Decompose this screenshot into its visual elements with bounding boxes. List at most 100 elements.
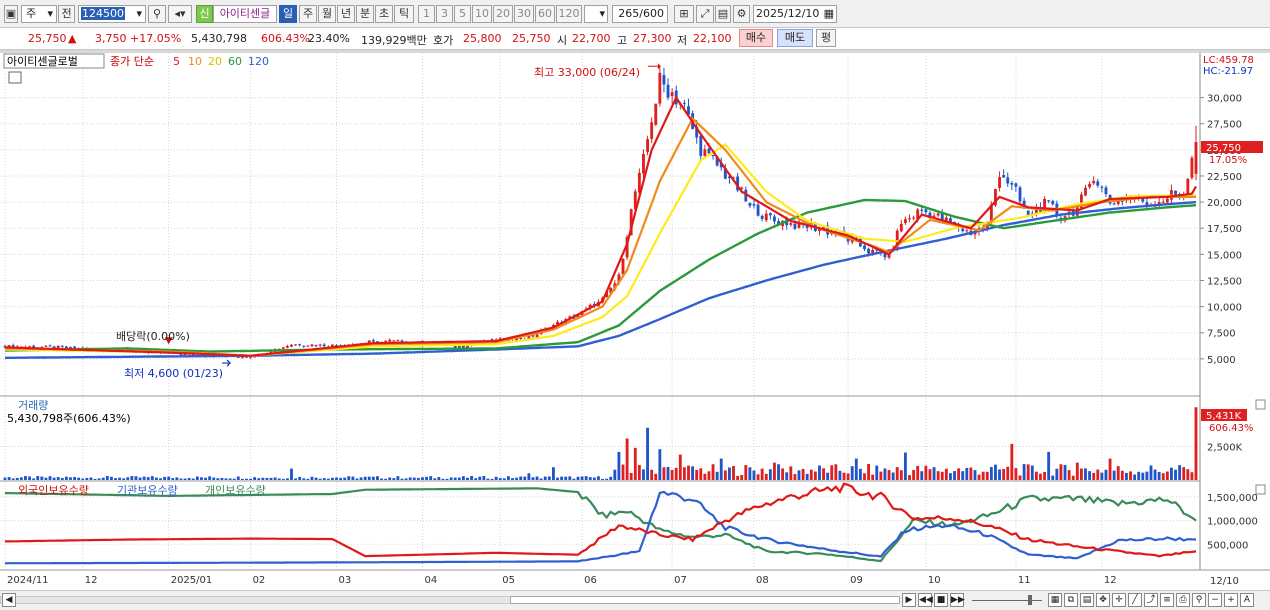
volume-bar xyxy=(756,474,760,480)
tab-year[interactable]: 년 xyxy=(337,5,355,23)
volume-bar xyxy=(81,478,85,480)
chart-area[interactable]: 2024/11 12 2025/01 02 03 04 05 06 07 08 09 10 11 12 5,… xyxy=(0,53,1270,590)
volume-bar xyxy=(1153,469,1157,480)
interval-10[interactable]: 10 xyxy=(472,5,492,23)
holding-collapse-icon[interactable] xyxy=(1255,484,1266,495)
tab-day[interactable]: 일 xyxy=(279,5,297,23)
tab-week[interactable]: 주 xyxy=(299,5,317,23)
volume-bar xyxy=(159,478,162,480)
interval-30[interactable]: 30 xyxy=(514,5,534,23)
volume-bar xyxy=(994,464,997,480)
volume-bar xyxy=(167,476,171,480)
eval-button[interactable]: 평 xyxy=(816,29,836,47)
trend-icon[interactable]: ⤴ xyxy=(1144,593,1158,607)
date-input[interactable]: 2025/12/10 ▦ xyxy=(753,5,837,23)
y-tick-label: 27,500 xyxy=(1207,120,1242,131)
tab-minute[interactable]: 분 xyxy=(356,5,374,23)
sell-button[interactable]: 매도 xyxy=(777,29,813,47)
tab-month[interactable]: 월 xyxy=(318,5,336,23)
ma120-label: 120 xyxy=(248,55,269,68)
volume-bar xyxy=(466,477,469,480)
volume-bar xyxy=(670,469,674,480)
interval-3[interactable]: 3 xyxy=(436,5,453,23)
legend-individual: 개인보유수량 xyxy=(205,484,266,497)
interval-5[interactable]: 5 xyxy=(454,5,471,23)
volume-bar xyxy=(1186,469,1190,480)
play-icon[interactable]: ▶ xyxy=(902,593,916,607)
interval-60[interactable]: 60 xyxy=(535,5,555,23)
volume-bar xyxy=(1096,469,1100,480)
volume-bar xyxy=(908,475,911,480)
ma20-label: 20 xyxy=(208,55,222,68)
volume-bar xyxy=(1055,468,1059,480)
save-icon[interactable]: ▤ xyxy=(715,5,731,23)
candle-body xyxy=(646,139,649,152)
gear-icon[interactable]: ⚙ xyxy=(733,5,750,23)
buy-button[interactable]: 매수 xyxy=(739,29,773,47)
zoom-in-icon[interactable]: + xyxy=(1224,593,1238,607)
volume-bar xyxy=(662,467,666,480)
volume-bar xyxy=(1100,472,1104,480)
print-icon[interactable]: ⎙ xyxy=(1176,593,1190,607)
volume-bar xyxy=(187,478,191,480)
volume-collapse-icon[interactable] xyxy=(1255,399,1266,410)
pan-icon[interactable]: ✥ xyxy=(1096,593,1110,607)
candle-body xyxy=(965,230,969,232)
draw-icon[interactable]: ⤢ xyxy=(696,5,714,23)
volume-bar xyxy=(719,458,723,480)
compare-icon[interactable]: ⧉ xyxy=(1064,593,1078,607)
indicator-icon[interactable]: ⊞ xyxy=(674,5,694,23)
search-icon[interactable]: ⚲ xyxy=(148,5,166,23)
interval-custom-input[interactable]: ▾ xyxy=(584,5,608,23)
crosshair-icon[interactable]: ✛ xyxy=(1112,593,1126,607)
speaker-icon[interactable]: ◂▾ xyxy=(168,5,192,23)
volume-bar xyxy=(527,473,531,480)
candle-body xyxy=(1047,200,1051,202)
interval-20[interactable]: 20 xyxy=(493,5,513,23)
y-tick-label: 12,500 xyxy=(1207,276,1242,287)
volume-bar xyxy=(179,478,183,480)
low-price: 22,100 xyxy=(693,32,732,45)
interval-120[interactable]: 120 xyxy=(556,5,582,23)
rewind-icon[interactable]: ◀◀ xyxy=(918,593,933,607)
stock-name: 아이티센글 xyxy=(213,5,277,23)
layout-icon[interactable]: ▦ xyxy=(1048,593,1062,607)
stock-code-input[interactable]: 124500 ▾ xyxy=(78,5,146,23)
volume-bar xyxy=(335,477,338,480)
volume-bar xyxy=(949,473,952,480)
magnify-icon[interactable]: ⚲ xyxy=(1192,593,1206,607)
volume-bar xyxy=(646,427,649,480)
volume-bar xyxy=(445,478,449,480)
volume-bar xyxy=(834,464,838,480)
fib-icon[interactable]: ≡ xyxy=(1160,593,1174,607)
legend-foreign: 외국인보유수량 xyxy=(18,484,89,497)
volume-bar xyxy=(220,478,224,480)
volume-bar xyxy=(1124,472,1128,480)
count-input[interactable]: 265/600 xyxy=(612,5,668,23)
volume-bar xyxy=(560,476,564,480)
tab-tick[interactable]: 틱 xyxy=(394,5,414,23)
font-size-icon[interactable]: A xyxy=(1240,593,1254,607)
table-icon[interactable] xyxy=(8,71,22,84)
forward-icon[interactable]: ▶▶ xyxy=(950,593,965,607)
scroll-left-icon[interactable]: ◀ xyxy=(2,593,16,607)
candle-body xyxy=(920,209,924,211)
prev-button[interactable]: 전 xyxy=(58,5,75,23)
line-icon[interactable]: ╱ xyxy=(1128,593,1142,607)
candle-body xyxy=(60,345,64,347)
zoom-out-icon[interactable]: − xyxy=(1208,593,1222,607)
zoom-slider-thumb[interactable] xyxy=(1028,595,1032,605)
volume-bar xyxy=(867,464,871,480)
volume-bar xyxy=(249,478,252,480)
volume-bar xyxy=(1006,466,1010,480)
bid-price: 25,750 xyxy=(512,32,551,45)
scroll-thumb[interactable] xyxy=(510,596,900,604)
stop-icon[interactable]: ■ xyxy=(934,593,948,607)
interval-1[interactable]: 1 xyxy=(418,5,435,23)
market-select[interactable]: 주 ▾ xyxy=(21,5,57,23)
x-tick-label: 07 xyxy=(674,575,687,586)
window-icon[interactable]: ▣ xyxy=(4,5,18,23)
tab-second[interactable]: 초 xyxy=(375,5,393,23)
grid-icon[interactable]: ▤ xyxy=(1080,593,1094,607)
volume-bar xyxy=(36,475,40,480)
